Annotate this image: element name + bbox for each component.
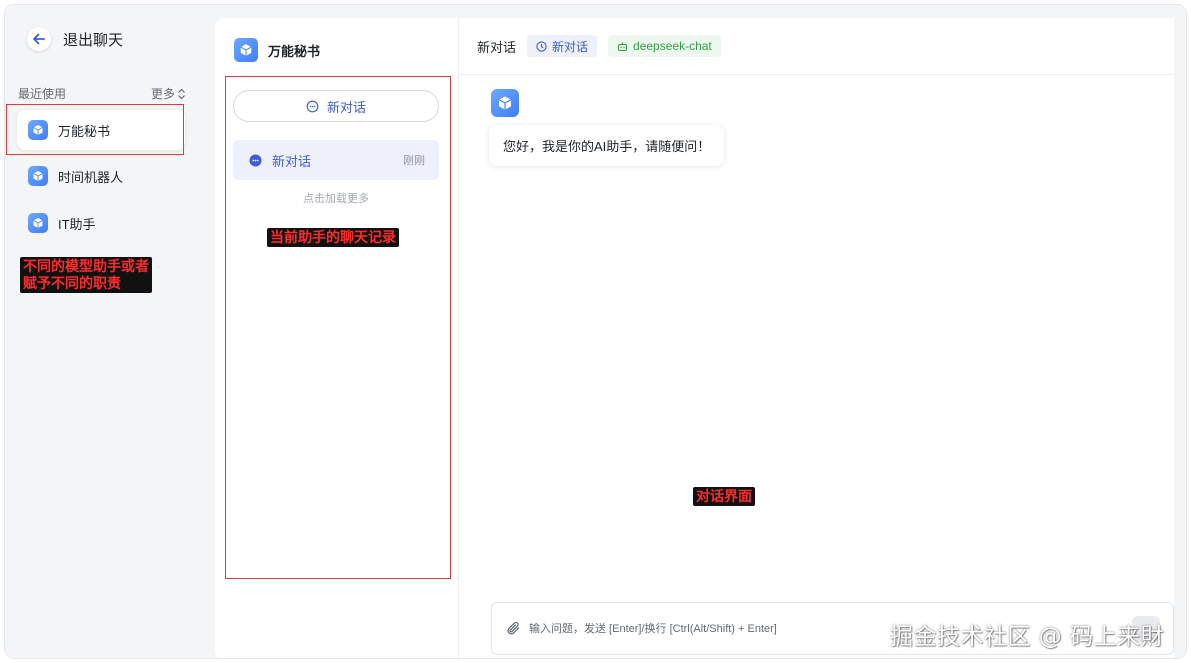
app-window: 退出聊天 最近使用 更多 万能秘书 时间机器人 IT助手 不同的模型助手或者 赋… — [4, 4, 1187, 659]
more-button[interactable]: 更多 — [151, 85, 186, 102]
bot-message-bubble: 您好，我是你的AI助手，请随便问！ — [489, 125, 725, 166]
annotation-highlight-box — [6, 104, 184, 155]
chat-bubble-icon — [249, 154, 262, 166]
chat-header: 新对话 新对话 deepseek-chat — [459, 18, 1174, 75]
new-chat-label: 新对话 — [326, 99, 366, 115]
history-list-item[interactable]: 新对话 刚刚 — [233, 140, 439, 180]
cube-icon — [28, 166, 48, 186]
recent-header: 最近使用 更多 — [18, 85, 186, 102]
history-item-title: 新对话 — [272, 153, 312, 169]
robot-icon — [617, 42, 628, 51]
chat-title: 新对话 — [477, 39, 517, 55]
chat-area: 新对话 新对话 deepseek-chat 您好，我是你的AI助手，请随便问！ … — [459, 18, 1174, 658]
new-chat-tag[interactable]: 新对话 — [527, 35, 598, 57]
history-header: 万能秘书 — [234, 38, 320, 62]
model-tag[interactable]: deepseek-chat — [608, 35, 721, 57]
sidebar-item-time-robot[interactable]: 时间机器人 — [17, 156, 185, 196]
sidebar-item-it-assistant[interactable]: IT助手 — [17, 203, 185, 243]
new-chat-button[interactable]: 新对话 — [233, 90, 439, 122]
annotation-chat-note: 对话界面 — [693, 487, 755, 506]
annotation-sidebar-note: 不同的模型助手或者 赋予不同的职责 — [20, 257, 152, 293]
assistant-name: 万能秘书 — [268, 43, 321, 59]
chat-history-panel: 万能秘书 新对话 新对话 刚刚 点击加载更多 当前助手的聊天记录 — [215, 18, 459, 658]
exit-chat-label: 退出聊天 — [63, 31, 124, 49]
bot-avatar — [491, 89, 519, 117]
chat-bubble-icon — [306, 100, 319, 112]
model-tag-label: deepseek-chat — [633, 39, 712, 53]
exit-chat-button[interactable]: 退出聊天 — [27, 27, 123, 51]
annotation-line: 不同的模型助手或者 — [23, 258, 149, 274]
paperclip-icon[interactable] — [506, 621, 521, 636]
annotation-line: 赋予不同的职责 — [23, 275, 121, 291]
history-item-time: 刚刚 — [403, 155, 425, 167]
cube-icon — [234, 38, 258, 62]
sort-chevron-icon — [178, 88, 185, 99]
recent-label: 最近使用 — [18, 87, 67, 101]
sidebar-item-label: IT助手 — [58, 216, 96, 232]
new-chat-tag-label: 新对话 — [552, 39, 589, 54]
annotation-history-note: 当前助手的聊天记录 — [267, 228, 399, 247]
assistant-sidebar: 退出聊天 最近使用 更多 万能秘书 时间机器人 IT助手 不同的模型助手或者 赋… — [5, 5, 201, 658]
clock-icon — [536, 40, 547, 52]
cube-icon — [28, 213, 48, 233]
back-arrow-icon — [27, 27, 51, 51]
sidebar-item-label: 时间机器人 — [58, 169, 124, 185]
more-label: 更多 — [150, 87, 175, 101]
load-more-link[interactable]: 点击加载更多 — [233, 190, 439, 206]
watermark: 掘金技术社区 @ 码上来財 — [890, 624, 1165, 650]
